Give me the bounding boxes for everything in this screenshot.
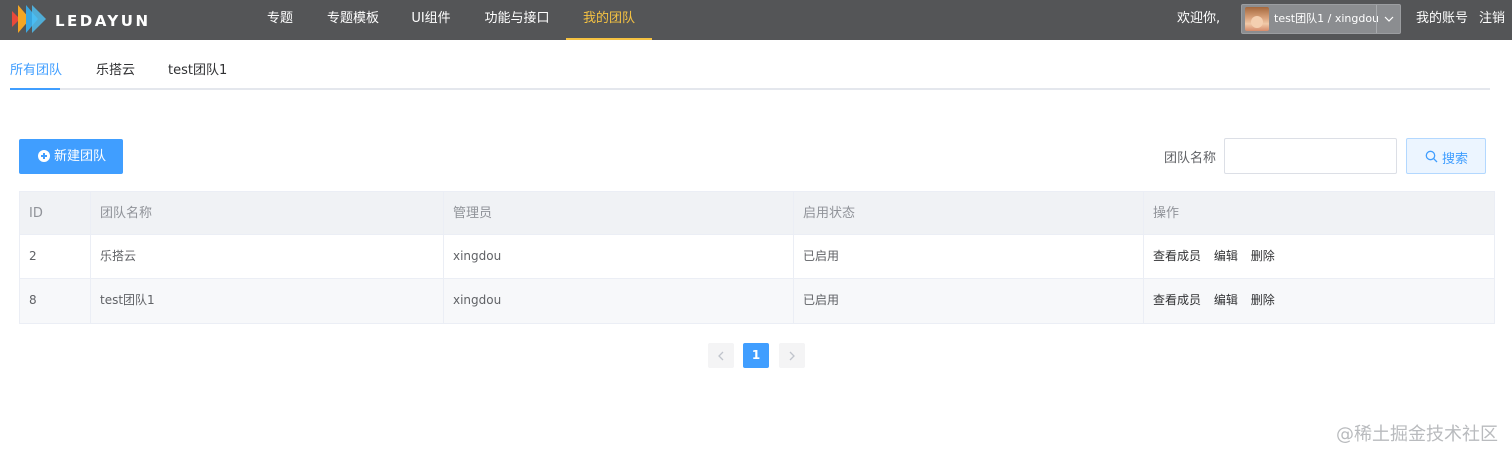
view-members-link[interactable]: 查看成员 — [1153, 293, 1201, 307]
tab-all-teams[interactable]: 所有团队 — [10, 40, 62, 90]
cell-status: 已启用 — [794, 235, 1144, 278]
logo-icon — [12, 5, 46, 33]
column-header-id: ID — [20, 192, 91, 234]
cell-id: 8 — [20, 279, 91, 323]
nav-item-topics[interactable]: 专题 — [258, 0, 302, 40]
new-team-button[interactable]: 新建团队 — [19, 139, 123, 174]
welcome-text: 欢迎你, — [1177, 11, 1221, 26]
next-page-button[interactable] — [779, 343, 805, 368]
table-row: 2 乐搭云 xingdou 已启用 查看成员 编辑 删除 — [20, 235, 1494, 279]
nav-item-ui-components[interactable]: UI组件 — [403, 0, 459, 40]
logo[interactable]: LEDAYUN — [10, 0, 148, 40]
column-header-actions: 操作 — [1153, 206, 1180, 221]
watermark-text: @稀土掘金技术社区 — [1336, 424, 1498, 445]
delete-link[interactable]: 删除 — [1251, 249, 1275, 263]
tab-test-team-1[interactable]: test团队1 — [168, 40, 227, 90]
cell-actions: 查看成员 编辑 删除 — [1144, 235, 1494, 278]
my-account-link[interactable]: 我的账号 — [1416, 0, 1468, 38]
view-members-link[interactable]: 查看成员 — [1153, 249, 1201, 263]
edit-link[interactable]: 编辑 — [1214, 249, 1238, 263]
cell-admin: xingdou — [444, 279, 794, 323]
column-header-status: 启用状态 — [794, 192, 1144, 234]
user-dropdown-toggle[interactable] — [1376, 5, 1400, 33]
team-tabs: 所有团队 乐搭云 test团队1 — [10, 40, 1490, 90]
plus-circle-icon — [38, 150, 50, 162]
edit-link[interactable]: 编辑 — [1214, 293, 1238, 307]
column-header-admin: 管理员 — [444, 192, 794, 234]
search-icon — [1425, 150, 1438, 163]
chevron-right-icon — [789, 351, 795, 361]
nav-item-my-team[interactable]: 我的团队 — [566, 0, 652, 40]
team-name-label: 团队名称 — [1164, 151, 1217, 166]
nav-item-topic-templates[interactable]: 专题模板 — [318, 0, 388, 40]
prev-page-button[interactable] — [708, 343, 734, 368]
active-tab-indicator — [10, 88, 60, 90]
search-button[interactable]: 搜索 — [1406, 138, 1486, 174]
chevron-down-icon — [1384, 16, 1394, 22]
avatar — [1245, 7, 1269, 31]
logo-text: LEDAYUN — [55, 12, 151, 30]
cell-actions: 查看成员 编辑 删除 — [1144, 279, 1494, 323]
search-button-label: 搜索 — [1442, 152, 1469, 167]
team-name-search-input[interactable] — [1224, 138, 1397, 174]
delete-link[interactable]: 删除 — [1251, 293, 1275, 307]
cell-admin: xingdou — [444, 235, 794, 278]
cell-team-name: 乐搭云 — [91, 235, 444, 278]
cell-team-name: test团队1 — [91, 279, 444, 323]
chevron-left-icon — [718, 351, 724, 361]
nav-item-functions-apis[interactable]: 功能与接口 — [476, 0, 558, 40]
team-table: ID 团队名称 管理员 启用状态 操作 2 乐搭云 xingdou 已启用 查看… — [19, 191, 1495, 324]
cell-status: 已启用 — [794, 279, 1144, 323]
cell-id: 2 — [20, 235, 91, 278]
tab-ledayun[interactable]: 乐搭云 — [96, 40, 135, 90]
logout-link[interactable]: 注销 — [1479, 0, 1505, 38]
page-number-button[interactable]: 1 — [743, 343, 769, 368]
table-row: 8 test团队1 xingdou 已启用 查看成员 编辑 删除 — [20, 279, 1494, 323]
top-navbar: LEDAYUN 专题 专题模板 UI组件 功能与接口 我的团队 欢迎你, tes… — [0, 0, 1512, 40]
table-header-row: ID 团队名称 管理员 启用状态 操作 — [20, 192, 1494, 235]
current-user-label: test团队1 / xingdou — [1274, 12, 1380, 25]
new-team-button-label: 新建团队 — [54, 149, 107, 164]
user-team-select[interactable]: test团队1 / xingdou — [1241, 4, 1401, 34]
column-header-team-name: 团队名称 — [91, 192, 444, 234]
